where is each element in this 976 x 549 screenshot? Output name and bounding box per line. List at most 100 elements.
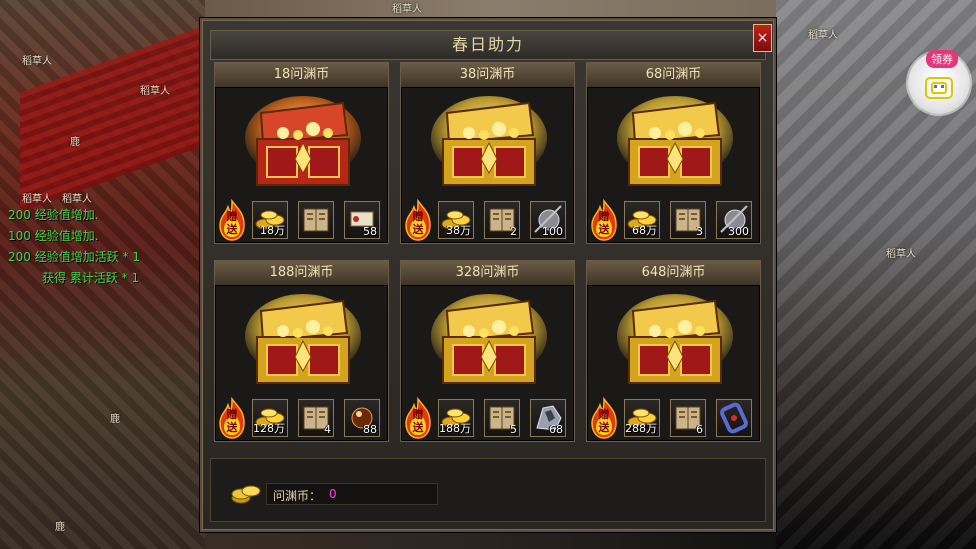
- close-button[interactable]: ×: [753, 24, 772, 52]
- reward-slot-gold[interactable]: 38万: [438, 201, 474, 239]
- gift-flame-badge: 赠送: [218, 396, 246, 439]
- gift-pack-card[interactable]: 38问渊币 赠送 38万 2 100: [400, 62, 575, 244]
- reward-slot-gold[interactable]: 68万: [624, 201, 660, 239]
- pack-price: 188问渊币: [269, 265, 334, 280]
- chat-line: 200 经验值增加.: [8, 208, 99, 222]
- card-header: 18问渊币: [215, 63, 388, 88]
- npc-label: 鹿: [55, 522, 65, 533]
- slot-count: 300: [728, 225, 749, 238]
- gift-label: 赠送: [412, 210, 424, 236]
- coin-stack-icon: [231, 485, 261, 504]
- gift-flame-badge: 赠送: [404, 396, 432, 439]
- reward-slot-book[interactable]: 6: [670, 399, 706, 437]
- pack-price: 328问渊币: [455, 265, 520, 280]
- npc-label: 稻草人: [62, 194, 92, 205]
- npc-label: 稻草人: [808, 30, 838, 41]
- gift-flame-badge: 赠送: [218, 198, 246, 241]
- gift-label: 赠送: [226, 210, 238, 236]
- reward-slot-extra[interactable]: [716, 399, 752, 437]
- slot-count: 288万: [625, 422, 657, 435]
- treasure-chest-icon: [245, 96, 361, 186]
- card-header: 38问渊币: [401, 63, 574, 88]
- reward-slot-gold[interactable]: 128万: [252, 399, 288, 437]
- gift-pack-card[interactable]: 68问渊币 赠送 68万 3 300: [586, 62, 761, 244]
- slot-count: 6: [696, 423, 703, 436]
- reward-slot-book[interactable]: 4: [298, 399, 334, 437]
- bracelet-icon: [720, 402, 748, 434]
- slot-count: 100: [542, 225, 563, 238]
- treasure-chest-icon: [617, 294, 733, 384]
- currency-label: 问渊币：: [273, 489, 322, 503]
- pack-grid: 18问渊币 赠送 18万 58 38问渊币 赠送 38万 2 100 68问渊币…: [214, 62, 762, 448]
- reward-slot-gold[interactable]: 18万: [252, 201, 288, 239]
- reward-slot-extra[interactable]: 88: [344, 399, 380, 437]
- slot-count: 88: [363, 423, 377, 436]
- slot-count: 188万: [439, 422, 471, 435]
- slot-count: 58: [363, 225, 377, 238]
- npc-label: 稻草人: [886, 249, 916, 260]
- treasure-chest-icon: [245, 294, 361, 384]
- npc-label: 稻草人: [22, 56, 52, 67]
- pack-price: 18问渊币: [273, 67, 330, 82]
- reward-slot-gold[interactable]: 188万: [438, 399, 474, 437]
- gift-label: 赠送: [226, 408, 238, 434]
- skill-book-icon: [303, 208, 329, 232]
- slot-count: 3: [696, 225, 703, 238]
- treasure-chest-icon: [431, 96, 547, 186]
- reward-slot-book[interactable]: 2: [484, 201, 520, 239]
- gift-pack-card[interactable]: 188问渊币 赠送 128万 4 88: [214, 260, 389, 442]
- panel-title: 春日助力: [451, 35, 524, 54]
- reward-slot-book[interactable]: 3: [670, 201, 706, 239]
- reward-slot-book[interactable]: 5: [484, 399, 520, 437]
- slot-count: 2: [510, 225, 517, 238]
- pack-price: 38问渊币: [459, 67, 516, 82]
- reward-slot-gold[interactable]: 288万: [624, 399, 660, 437]
- coupon-button[interactable]: 领券: [908, 50, 970, 114]
- card-header: 648问渊币: [587, 261, 760, 286]
- pack-price: 648问渊币: [641, 265, 706, 280]
- chat-log: 200 经验值增加. 100 经验值增加. 200 经验值增加活跃 * 1 获得…: [8, 205, 208, 289]
- treasure-chest-icon: [617, 96, 733, 186]
- coupon-bag-icon: [925, 77, 953, 99]
- game-scene-bottom: [205, 530, 776, 549]
- npc-label: 稻草人: [22, 194, 52, 205]
- card-header: 68问渊币: [587, 63, 760, 88]
- reward-slot-extra[interactable]: 100: [530, 201, 566, 239]
- chat-line: 100 经验值增加.: [8, 229, 99, 243]
- slot-count: 68万: [632, 224, 657, 237]
- card-header: 188问渊币: [215, 261, 388, 286]
- gift-pack-card[interactable]: 18问渊币 赠送 18万 58: [214, 62, 389, 244]
- gift-flame-badge: 赠送: [590, 396, 618, 439]
- reward-slot-extra[interactable]: 68: [530, 399, 566, 437]
- gift-flame-badge: 赠送: [590, 198, 618, 241]
- game-scene-top: [205, 0, 776, 20]
- npc-label: 鹿: [70, 137, 80, 148]
- chat-line: 200 经验值增加活跃 * 1: [8, 250, 140, 264]
- panel-title-bar: 春日助力: [210, 30, 766, 60]
- gift-pack-card[interactable]: 328问渊币 赠送 188万 5 68: [400, 260, 575, 442]
- reward-slot-book[interactable]: [298, 201, 334, 239]
- reward-slot-extra[interactable]: 300: [716, 201, 752, 239]
- reward-slot-extra[interactable]: 58: [344, 201, 380, 239]
- slot-count: 4: [324, 423, 331, 436]
- gift-label: 赠送: [598, 408, 610, 434]
- currency-footer: 问渊币： 0: [210, 458, 766, 522]
- pack-price: 68问渊币: [645, 67, 702, 82]
- npc-label: 鹿: [110, 414, 120, 425]
- spring-boost-panel: 春日助力 × 18问渊币 赠送 18万 58 38问渊币 赠送 38万 2 10…: [200, 18, 776, 532]
- gift-pack-card[interactable]: 648问渊币 赠送 288万 6: [586, 260, 761, 442]
- npc-label: 稻草人: [392, 4, 422, 15]
- coupon-badge: 领券: [926, 50, 958, 68]
- slot-count: 18万: [260, 224, 285, 237]
- currency-value: 0: [329, 487, 337, 501]
- npc-label: 稻草人: [140, 86, 170, 97]
- slot-count: 5: [510, 423, 517, 436]
- slot-count: 38万: [446, 224, 471, 237]
- slot-count: 68: [549, 423, 563, 436]
- gift-flame-badge: 赠送: [404, 198, 432, 241]
- currency-display: 问渊币： 0: [266, 483, 438, 505]
- gift-label: 赠送: [598, 210, 610, 236]
- gift-label: 赠送: [412, 408, 424, 434]
- treasure-chest-icon: [431, 294, 547, 384]
- slot-count: 128万: [253, 422, 285, 435]
